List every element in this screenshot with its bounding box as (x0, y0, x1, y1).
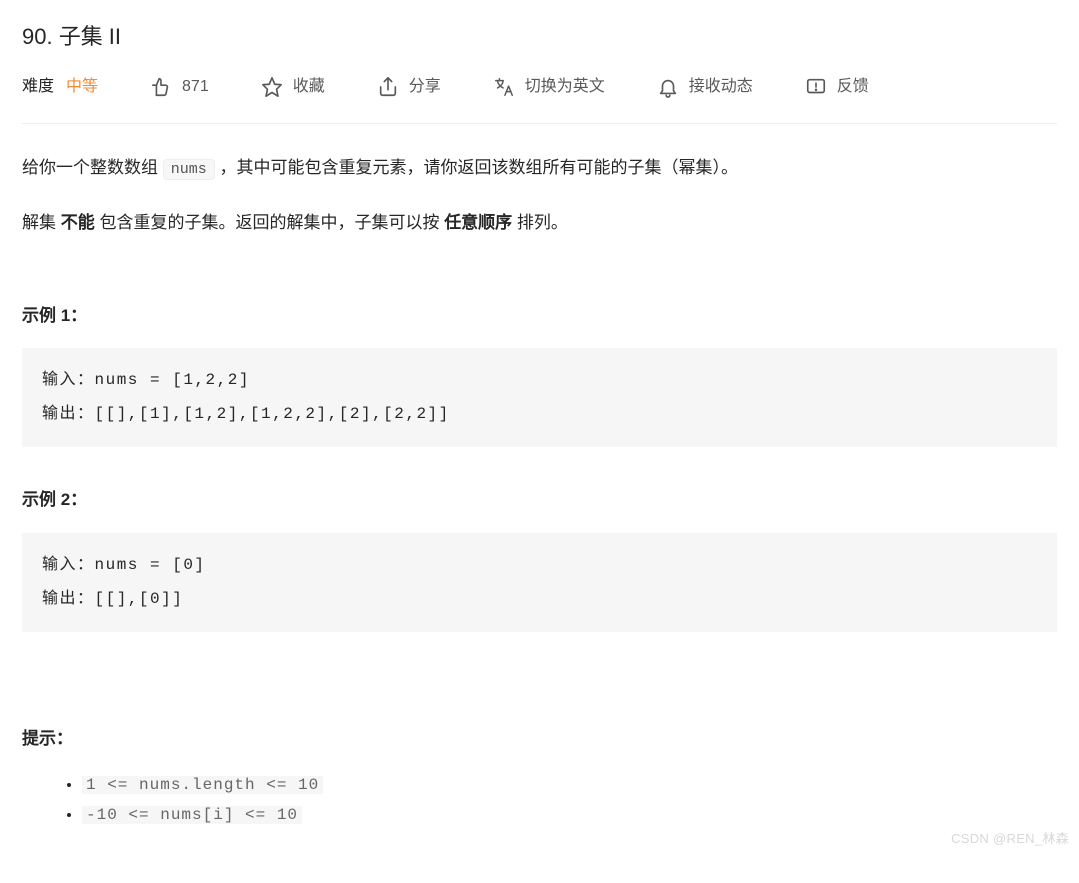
desc-line-1: 给你一个整数数组 nums ，其中可能包含重复元素，请你返回该数组所有可能的子集… (22, 152, 1057, 185)
watermark: CSDN @REN_林森 (951, 829, 1069, 849)
desc-text: 排列。 (512, 213, 568, 232)
star-icon (261, 76, 283, 98)
feedback-button[interactable]: 反馈 (805, 75, 869, 99)
desc-bold: 不能 (61, 213, 95, 232)
feedback-label: 反馈 (837, 75, 869, 99)
desc-line-2: 解集 不能 包含重复的子集。返回的解集中，子集可以按 任意顺序 排列。 (22, 207, 1057, 239)
like-count: 871 (182, 75, 209, 99)
desc-text: ，其中可能包含重复元素，请你返回该数组所有可能的子集（幂集）。 (215, 158, 738, 177)
thumbs-up-icon (150, 76, 172, 98)
example-line: 输出：[[],[1],[1,2],[1,2,2],[2],[2,2]] (42, 405, 450, 423)
example-line: 输入：nums = [0] (42, 556, 206, 574)
meta-toolbar: 难度 中等 871 收藏 分享 切换为英文 接收动态 反 (22, 75, 1057, 124)
constraint-code: -10 <= nums[i] <= 10 (82, 806, 302, 824)
like-button[interactable]: 871 (150, 75, 209, 99)
translate-button[interactable]: 切换为英文 (493, 75, 605, 99)
example-line: 输入：nums = [1,2,2] (42, 371, 250, 389)
translate-label: 切换为英文 (525, 75, 605, 99)
example-2-heading: 示例 2： (22, 487, 1057, 513)
difficulty-value: 中等 (66, 75, 98, 99)
constraint-item: -10 <= nums[i] <= 10 (82, 800, 1057, 830)
example-2-block: 输入：nums = [0] 输出：[[],[0]] (22, 533, 1057, 632)
difficulty-group: 难度 中等 (22, 75, 98, 99)
desc-text: 给你一个整数数组 (22, 158, 163, 177)
problem-title: 90. 子集 II (22, 20, 1057, 53)
subscribe-label: 接收动态 (689, 75, 753, 99)
constraint-code: 1 <= nums.length <= 10 (82, 776, 323, 794)
example-1-block: 输入：nums = [1,2,2] 输出：[[],[1],[1,2],[1,2,… (22, 348, 1057, 447)
share-button[interactable]: 分享 (377, 75, 441, 99)
desc-text: 包含重复的子集。返回的解集中，子集可以按 (95, 213, 444, 232)
feedback-icon (805, 76, 827, 98)
constraint-item: 1 <= nums.length <= 10 (82, 770, 1057, 800)
favorite-button[interactable]: 收藏 (261, 75, 325, 99)
example-line: 输出：[[],[0]] (42, 590, 183, 608)
favorite-label: 收藏 (293, 75, 325, 99)
difficulty-label: 难度 (22, 75, 54, 99)
desc-bold: 任意顺序 (444, 213, 512, 232)
problem-description: 给你一个整数数组 nums ，其中可能包含重复元素，请你返回该数组所有可能的子集… (22, 152, 1057, 239)
share-icon (377, 76, 399, 98)
translate-icon (493, 76, 515, 98)
share-label: 分享 (409, 75, 441, 99)
hints-heading: 提示： (22, 726, 1057, 752)
subscribe-button[interactable]: 接收动态 (657, 75, 753, 99)
example-1-heading: 示例 1： (22, 303, 1057, 329)
code-chip-nums: nums (163, 159, 215, 180)
desc-text: 解集 (22, 213, 61, 232)
bell-icon (657, 76, 679, 98)
constraints-list: 1 <= nums.length <= 10 -10 <= nums[i] <=… (22, 770, 1057, 831)
